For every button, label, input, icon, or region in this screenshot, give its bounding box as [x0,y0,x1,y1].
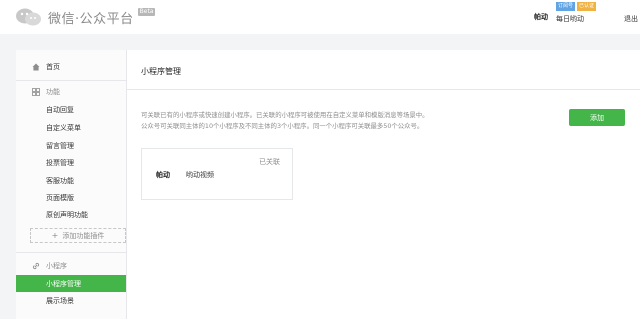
verified-tag: 已认证 [577,2,597,11]
description-text: 可关联已有的小程序或快速创建小程序。已关联的小程序可被使用在自定义菜单和模版消息… [141,110,429,132]
sidebar-item-page-templates[interactable]: 页面模版 [46,193,74,203]
logout-link[interactable]: 退出 [624,14,638,24]
description-line: 可关联已有的小程序或快速创建小程序。已关联的小程序可被使用在自定义菜单和模版消息… [141,111,429,119]
subscription-tag: 订阅号 [556,2,576,11]
sidebar-item-miniprogram-manage[interactable]: 小程序管理 [16,275,126,292]
title-divider [127,89,640,90]
beta-badge: Beta [137,8,156,16]
sidebar-item-original-declaration[interactable]: 原创声明功能 [46,210,88,220]
account-tags: 订阅号 已认证 [556,2,604,11]
add-plugin-label: 添加功能插件 [62,231,105,240]
home-icon [32,63,40,71]
sidebar-section-features: 功能 [32,87,60,97]
sidebar-item-auto-reply[interactable]: 自动回复 [46,105,74,115]
platform-title: 微信·公众平台 [48,11,134,27]
account-name: 每日哟动 [556,15,584,23]
add-plugin-button[interactable]: + 添加功能插件 [30,228,126,243]
sidebar-section-miniprogram: 小程序 [32,261,67,271]
grid-icon [32,88,40,96]
sidebar-item-customer-service[interactable]: 客服功能 [46,176,74,186]
miniprogram-card[interactable]: 已关联 帕动 哟动视频 [141,148,293,200]
plus-icon: + [51,231,59,240]
sidebar-item-showcase[interactable]: 展示场景 [46,296,74,306]
status-badge: 已关联 [259,158,280,166]
miniprogram-name: 帕动 [156,171,170,179]
sidebar-item-label: 首页 [46,63,60,71]
sidebar-section-label: 功能 [46,88,60,96]
sidebar-item-voting[interactable]: 投票管理 [46,158,74,168]
description-line: 公众号可关联同主体的10个小程序及不同主体的3个小程序。同一个小程序可关联最多5… [141,122,424,130]
sidebar-item-comments[interactable]: 留言管理 [46,141,74,151]
sidebar-item-home[interactable]: 首页 [16,59,126,75]
sidebar-item-label: 小程序管理 [46,279,81,288]
link-icon [32,262,40,270]
platform-logo[interactable]: 微信·公众平台 Beta [14,7,156,27]
page-title: 小程序管理 [141,67,181,76]
add-button[interactable]: 添加 [569,109,625,126]
account-info[interactable]: 订阅号 已认证 每日哟动 [556,2,604,24]
top-bar: 微信·公众平台 Beta 帕动 订阅号 已认证 每日哟动 退出 [0,0,640,34]
sidebar-section-label: 小程序 [46,262,67,270]
account-label: 帕动 [534,13,548,21]
sidebar-divider [16,252,126,253]
wechat-logo-icon [14,7,44,27]
miniprogram-subtitle: 哟动视频 [186,171,214,179]
sidebar-divider [16,80,126,81]
main-panel: 小程序管理 可关联已有的小程序或快速创建小程序。已关联的小程序可被使用在自定义菜… [127,50,640,319]
sidebar-item-custom-menu[interactable]: 自定义菜单 [46,123,81,133]
